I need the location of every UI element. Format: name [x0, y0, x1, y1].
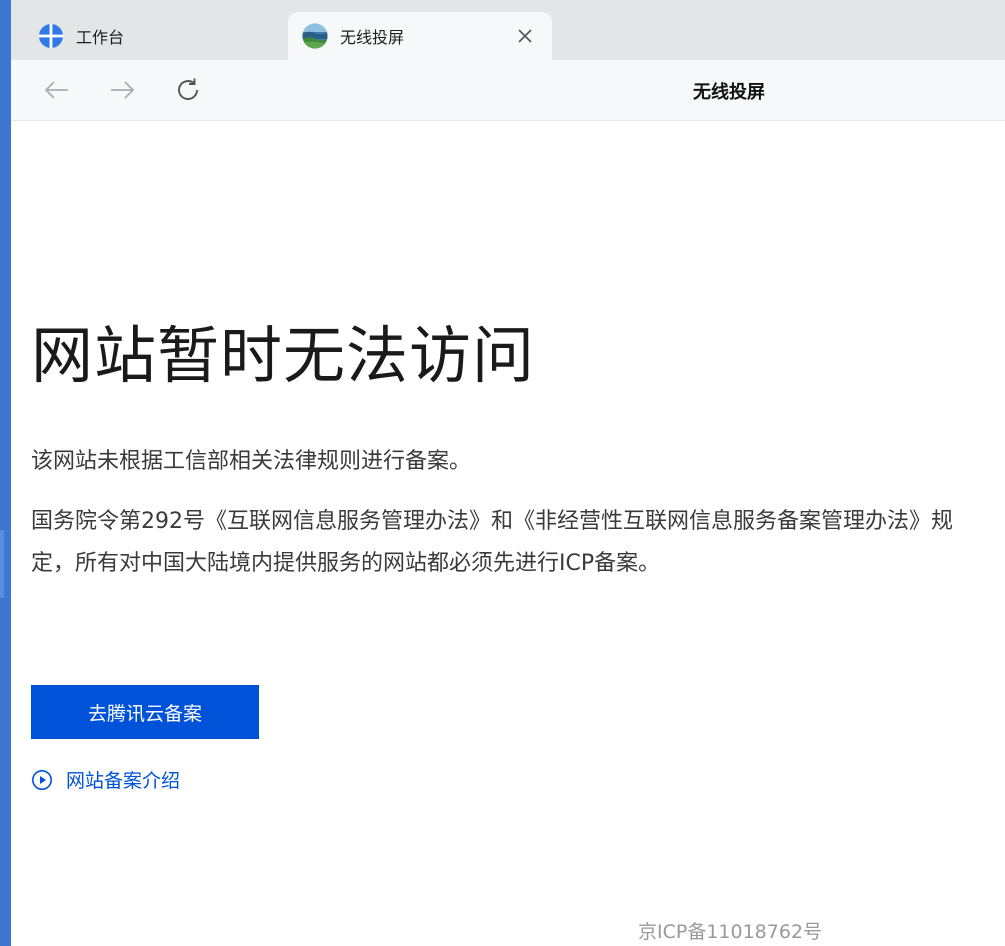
- close-icon[interactable]: [514, 25, 536, 47]
- icp-footer: 京ICP备11018762号: [638, 921, 823, 943]
- tab-workbench[interactable]: 工作台: [11, 12, 287, 60]
- tab-wireless-cast[interactable]: 无线投屏: [288, 12, 552, 60]
- arrow-left-icon: [44, 81, 68, 99]
- description-1: 该网站未根据工信部相关法律规则进行备案。: [31, 449, 472, 474]
- play-circle-icon: [32, 769, 52, 790]
- forward-button[interactable]: [106, 74, 138, 106]
- workbench-icon: [39, 24, 63, 48]
- toolbar: 无线投屏: [11, 60, 1005, 121]
- left-accent-bar: [0, 0, 11, 946]
- page-title-bar: 无线投屏: [693, 82, 765, 103]
- tencent-cloud-filing-button[interactable]: 去腾讯云备案: [31, 685, 259, 739]
- arrow-right-icon: [111, 81, 135, 99]
- tab-strip: 工作台 无线投屏: [11, 0, 1005, 60]
- tab-wireless-cast-label: 无线投屏: [340, 28, 405, 47]
- browser-window: 工作台 无线投屏 无线投屏 网站暂时无法访问 该网站未根据工信部相关法律规则进行…: [11, 0, 1005, 946]
- back-button[interactable]: [41, 74, 73, 106]
- reload-button[interactable]: [172, 74, 204, 106]
- reload-icon: [178, 78, 198, 100]
- left-bar-handle[interactable]: [0, 530, 4, 598]
- filing-intro-link[interactable]: 网站备案介绍: [31, 766, 180, 793]
- page-title: 网站暂时无法访问: [31, 319, 536, 392]
- filing-intro-link-label: 网站备案介绍: [66, 770, 181, 792]
- description-2: 国务院令第292号《互联网信息服务管理办法》和《非经营性互联网信息服务备案管理办…: [31, 509, 953, 576]
- tab-workbench-label: 工作台: [76, 28, 125, 47]
- landscape-favicon: [302, 23, 328, 49]
